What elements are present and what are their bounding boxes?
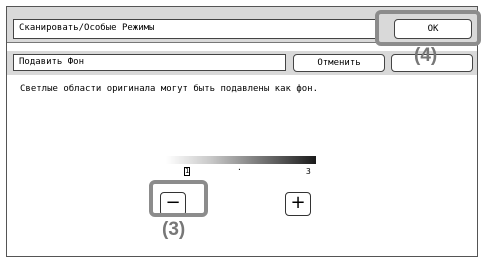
cancel-button[interactable]: Отменить [293,54,385,72]
ok-callout: (4) [414,45,438,66]
setting-name-box: Подавить Фон [13,54,286,71]
suppression-scale-bar [166,156,316,164]
setting-bar: Подавить Фон Отменить [7,51,477,75]
scale-min-label: 1 [184,167,190,176]
minus-button-highlight [149,180,208,217]
scale-mid-label: · [237,165,242,174]
window-title: Сканировать/Особые Режимы [19,23,155,33]
scale-max-label: 3 [306,167,311,176]
minus-callout: (3) [162,219,186,240]
setting-name: Подавить Фон [19,57,85,67]
ok-button-highlight [375,10,481,46]
increase-button[interactable]: + [285,192,311,216]
window-title-box: Сканировать/Особые Режимы [13,19,379,39]
setting-description: Светлые области оригинала могут быть под… [20,84,319,94]
